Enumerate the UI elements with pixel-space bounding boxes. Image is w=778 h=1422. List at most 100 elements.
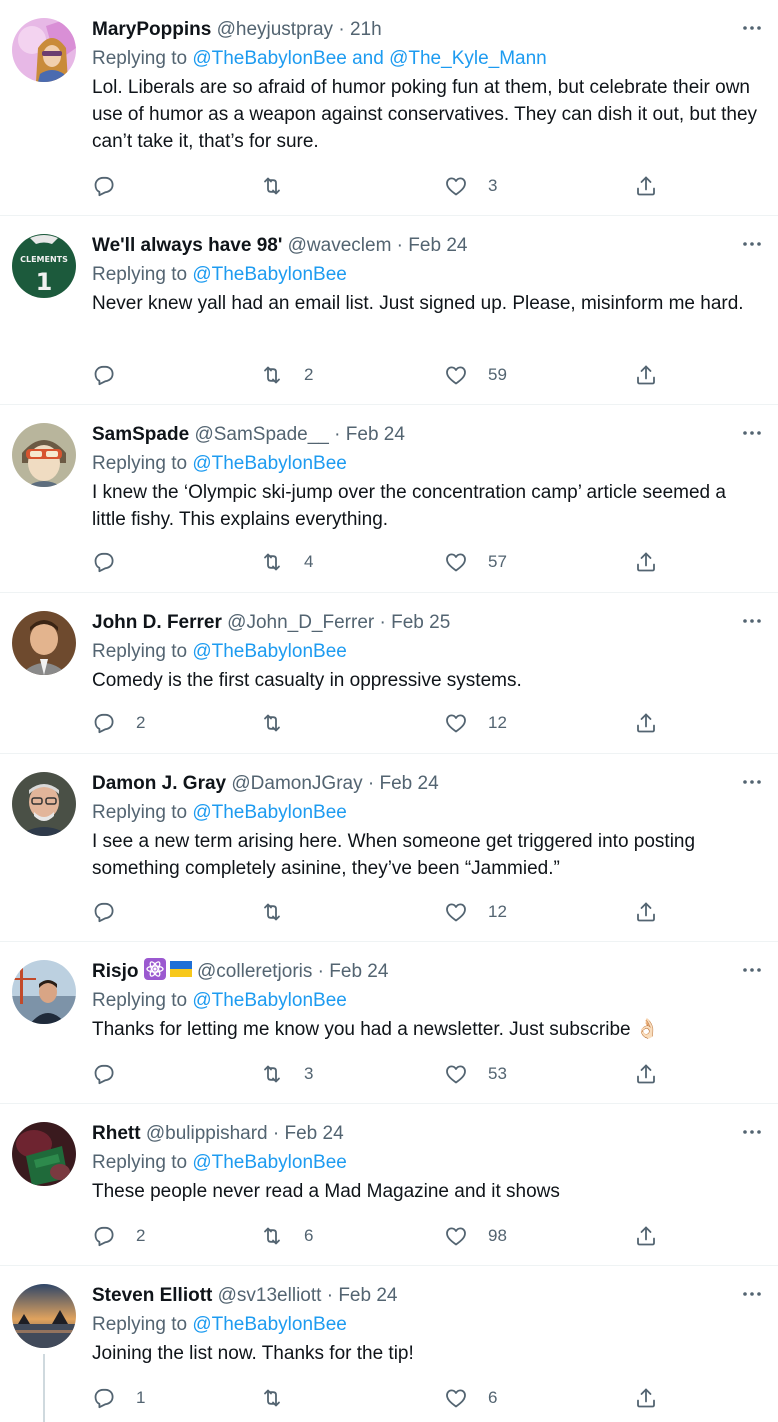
reply-icon	[92, 1062, 116, 1086]
like-button[interactable]: 6	[444, 1383, 497, 1413]
mention-link[interactable]: @TheBabylonBee	[192, 1152, 347, 1173]
user-handle[interactable]: @John_D_Ferrer	[227, 612, 374, 633]
more-options-button[interactable]	[740, 609, 764, 633]
more-icon	[740, 16, 764, 40]
mention-link[interactable]: @TheBabylonBee	[192, 990, 347, 1011]
separator-dot: ·	[328, 424, 346, 445]
avatar[interactable]: CLEMENTS 1	[12, 234, 76, 298]
tweet[interactable]: Steven Elliott @sv13elliott · Feb 24 Rep…	[0, 1266, 778, 1422]
like-button[interactable]: 3	[444, 171, 497, 201]
tweet[interactable]: Rhett @bulippishard · Feb 24 Replying to…	[0, 1104, 778, 1266]
tweet[interactable]: CLEMENTS 1 We'll always have 98' @wavecl…	[0, 216, 778, 405]
avatar[interactable]	[12, 960, 76, 1024]
user-handle[interactable]: @waveclem	[288, 235, 392, 256]
reply-button[interactable]	[92, 360, 136, 390]
tweet[interactable]: SamSpade @SamSpade__ · Feb 24 Replying t…	[0, 405, 778, 593]
timestamp[interactable]: Feb 24	[338, 1285, 397, 1306]
more-options-button[interactable]	[740, 421, 764, 445]
tweet-text: Thanks for letting me know you had a new…	[92, 1019, 660, 1040]
avatar[interactable]	[12, 423, 76, 487]
mention-link[interactable]: @TheBabylonBee and @The_Kyle_Mann	[192, 48, 546, 69]
tweet[interactable]: John D. Ferrer @John_D_Ferrer · Feb 25 R…	[0, 593, 778, 754]
retweet-button[interactable]	[260, 708, 304, 738]
reply-button[interactable]: 1	[92, 1383, 145, 1413]
like-button[interactable]: 53	[444, 1059, 507, 1089]
share-button[interactable]	[634, 708, 658, 738]
timestamp[interactable]: 21h	[350, 19, 382, 40]
mention-link[interactable]: @TheBabylonBee	[192, 802, 347, 823]
timestamp[interactable]: Feb 24	[284, 1123, 343, 1144]
timestamp[interactable]: Feb 24	[329, 961, 388, 982]
user-handle[interactable]: @bulippishard	[146, 1123, 268, 1144]
share-button[interactable]	[634, 171, 658, 201]
tweet[interactable]: Damon J. Gray @DamonJGray · Feb 24 Reply…	[0, 754, 778, 942]
share-button[interactable]	[634, 1059, 658, 1089]
share-button[interactable]	[634, 360, 658, 390]
reply-button[interactable]	[92, 171, 136, 201]
mention-link[interactable]: @TheBabylonBee	[192, 453, 347, 474]
like-button[interactable]: 57	[444, 547, 507, 577]
mention-link[interactable]: @TheBabylonBee	[192, 264, 347, 285]
more-options-button[interactable]	[740, 770, 764, 794]
like-icon	[444, 1386, 468, 1410]
display-name[interactable]: Damon J. Gray	[92, 773, 226, 794]
more-options-button[interactable]	[740, 232, 764, 256]
share-button[interactable]	[634, 1383, 658, 1413]
retweet-button[interactable]	[260, 171, 304, 201]
avatar[interactable]	[12, 18, 76, 82]
retweet-button[interactable]	[260, 1383, 304, 1413]
mention-link[interactable]: @TheBabylonBee	[192, 1314, 347, 1335]
separator-dot: ·	[374, 612, 392, 633]
timestamp[interactable]: Feb 24	[380, 773, 439, 794]
like-button[interactable]: 98	[444, 1221, 507, 1251]
reply-button[interactable]	[92, 547, 136, 577]
more-options-button[interactable]	[740, 1282, 764, 1306]
share-button[interactable]	[634, 547, 658, 577]
display-name[interactable]: MaryPoppins	[92, 19, 211, 40]
display-name[interactable]: John D. Ferrer	[92, 612, 222, 633]
reply-button[interactable]	[92, 1059, 136, 1089]
display-name[interactable]: Risjo	[92, 961, 138, 982]
more-options-button[interactable]	[740, 958, 764, 982]
tweet[interactable]: MaryPoppins @heyjustpray · 21h Replying …	[0, 0, 778, 216]
user-handle[interactable]: @heyjustpray	[217, 19, 333, 40]
more-options-button[interactable]	[740, 1120, 764, 1144]
retweet-button[interactable]: 4	[260, 547, 313, 577]
timestamp[interactable]: Feb 24	[346, 424, 405, 445]
retweet-button[interactable]: 3	[260, 1059, 313, 1089]
user-handle[interactable]: @colleretjoris	[197, 961, 312, 982]
user-handle[interactable]: @sv13elliott	[218, 1285, 322, 1306]
share-button[interactable]	[634, 897, 658, 927]
like-button[interactable]: 59	[444, 360, 507, 390]
user-handle[interactable]: @DamonJGray	[231, 773, 362, 794]
more-options-button[interactable]	[740, 16, 764, 40]
mention-link[interactable]: @TheBabylonBee	[192, 641, 347, 662]
timestamp[interactable]: Feb 25	[391, 612, 450, 633]
avatar[interactable]	[12, 772, 76, 836]
reply-button[interactable]: 2	[92, 1221, 145, 1251]
reply-button[interactable]: 2	[92, 708, 145, 738]
display-name[interactable]: SamSpade	[92, 424, 189, 445]
like-button[interactable]: 12	[444, 708, 507, 738]
retweet-button[interactable]: 6	[260, 1221, 313, 1251]
tweet-text: Lol. Liberals are so afraid of humor pok…	[92, 77, 758, 152]
like-button[interactable]: 12	[444, 897, 507, 927]
avatar-image: CLEMENTS 1	[12, 234, 76, 298]
tweet[interactable]: Risjo @colleretjoris · Feb 24 Replying t…	[0, 942, 778, 1104]
reply-icon	[92, 900, 116, 924]
reply-button[interactable]	[92, 897, 136, 927]
avatar[interactable]	[12, 1284, 76, 1348]
like-count: 57	[488, 552, 507, 571]
user-handle[interactable]: @SamSpade__	[194, 424, 328, 445]
retweet-button[interactable]: 2	[260, 360, 313, 390]
avatar[interactable]	[12, 611, 76, 675]
display-name[interactable]: Steven Elliott	[92, 1285, 212, 1306]
retweet-icon	[260, 1386, 284, 1410]
avatar-image	[12, 772, 76, 836]
display-name[interactable]: We'll always have 98'	[92, 235, 282, 256]
avatar[interactable]	[12, 1122, 76, 1186]
share-button[interactable]	[634, 1221, 658, 1251]
retweet-button[interactable]	[260, 897, 304, 927]
timestamp[interactable]: Feb 24	[408, 235, 467, 256]
display-name[interactable]: Rhett	[92, 1123, 141, 1144]
